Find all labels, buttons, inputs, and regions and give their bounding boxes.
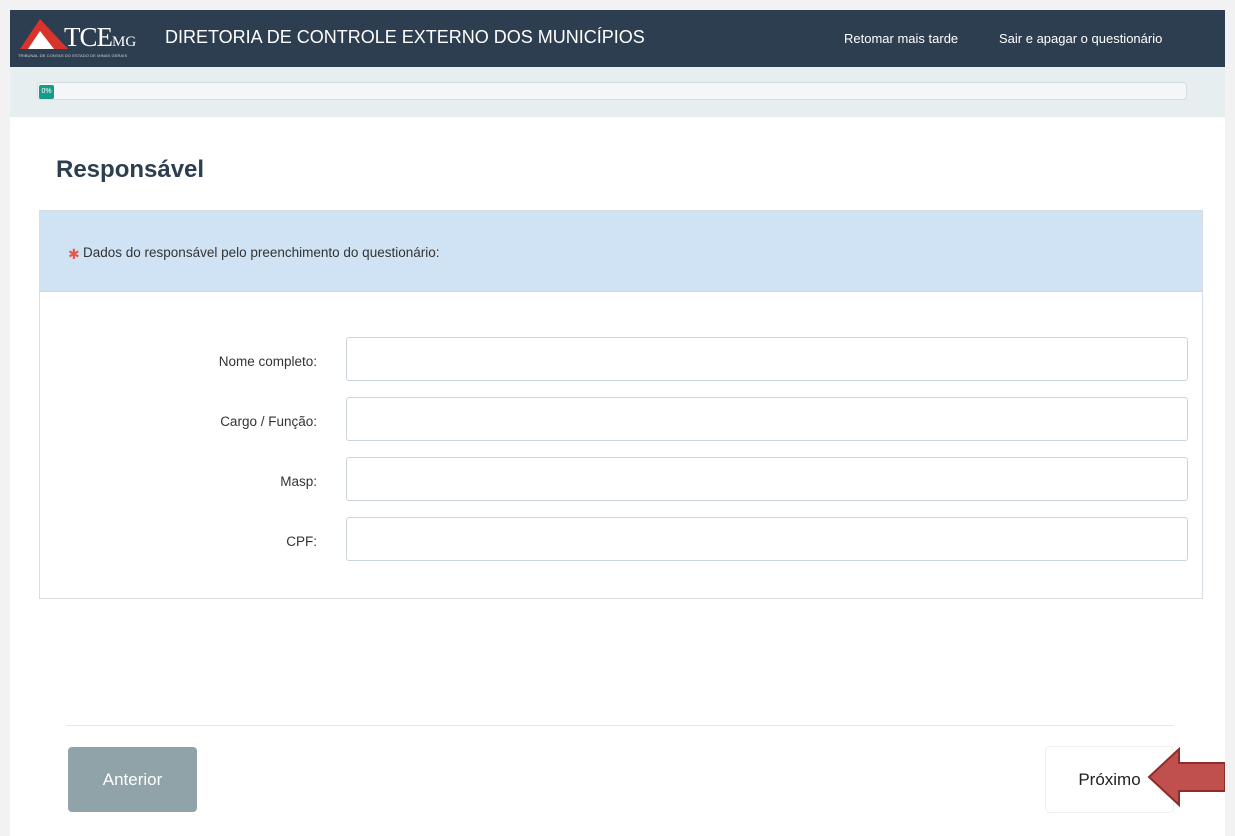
- progress-band: 0%: [10, 67, 1225, 117]
- logo-suffix: MG: [112, 34, 137, 50]
- field-label-cpf: CPF:: [286, 534, 317, 549]
- progress-label: 0%: [39, 85, 54, 99]
- left-arrow-annotation-icon: [1147, 746, 1225, 808]
- nome-completo-input[interactable]: [346, 337, 1188, 381]
- panel-header: ✱ Dados do responsável pelo preenchiment…: [40, 211, 1202, 292]
- field-label-cargo: Cargo / Função:: [220, 414, 317, 429]
- section-title: Responsável: [56, 156, 205, 183]
- progress-bar: [37, 82, 1187, 100]
- responsavel-panel: ✱ Dados do responsável pelo preenchiment…: [39, 210, 1203, 599]
- cargo-funcao-input[interactable]: [346, 397, 1188, 441]
- panel-prompt: Dados do responsável pelo preenchimento …: [83, 245, 440, 260]
- field-label-masp: Masp:: [280, 474, 317, 489]
- previous-button[interactable]: Anterior: [68, 747, 197, 812]
- logo-caption: TRIBUNAL DE CONTAS DO ESTADO DE MINAS GE…: [18, 53, 128, 58]
- tce-logo[interactable]: TCEMG TRIBUNAL DE CONTAS DO ESTADO DE MI…: [18, 15, 136, 59]
- field-label-nome: Nome completo:: [218, 354, 317, 369]
- footer-divider: [66, 725, 1174, 726]
- logo-mark-text: TCE: [64, 22, 113, 52]
- resume-later-link[interactable]: Retomar mais tarde: [844, 31, 958, 46]
- cpf-input[interactable]: [346, 517, 1188, 561]
- app-title: DIRETORIA DE CONTROLE EXTERNO DOS MUNICÍ…: [165, 27, 645, 47]
- top-header: TCEMG TRIBUNAL DE CONTAS DO ESTADO DE MI…: [10, 10, 1225, 67]
- exit-and-delete-link[interactable]: Sair e apagar o questionário: [999, 31, 1162, 46]
- page: TCEMG TRIBUNAL DE CONTAS DO ESTADO DE MI…: [10, 10, 1225, 836]
- required-asterisk-icon: ✱: [68, 246, 80, 262]
- masp-input[interactable]: [346, 457, 1188, 501]
- logo-text: TCEMG: [64, 22, 136, 53]
